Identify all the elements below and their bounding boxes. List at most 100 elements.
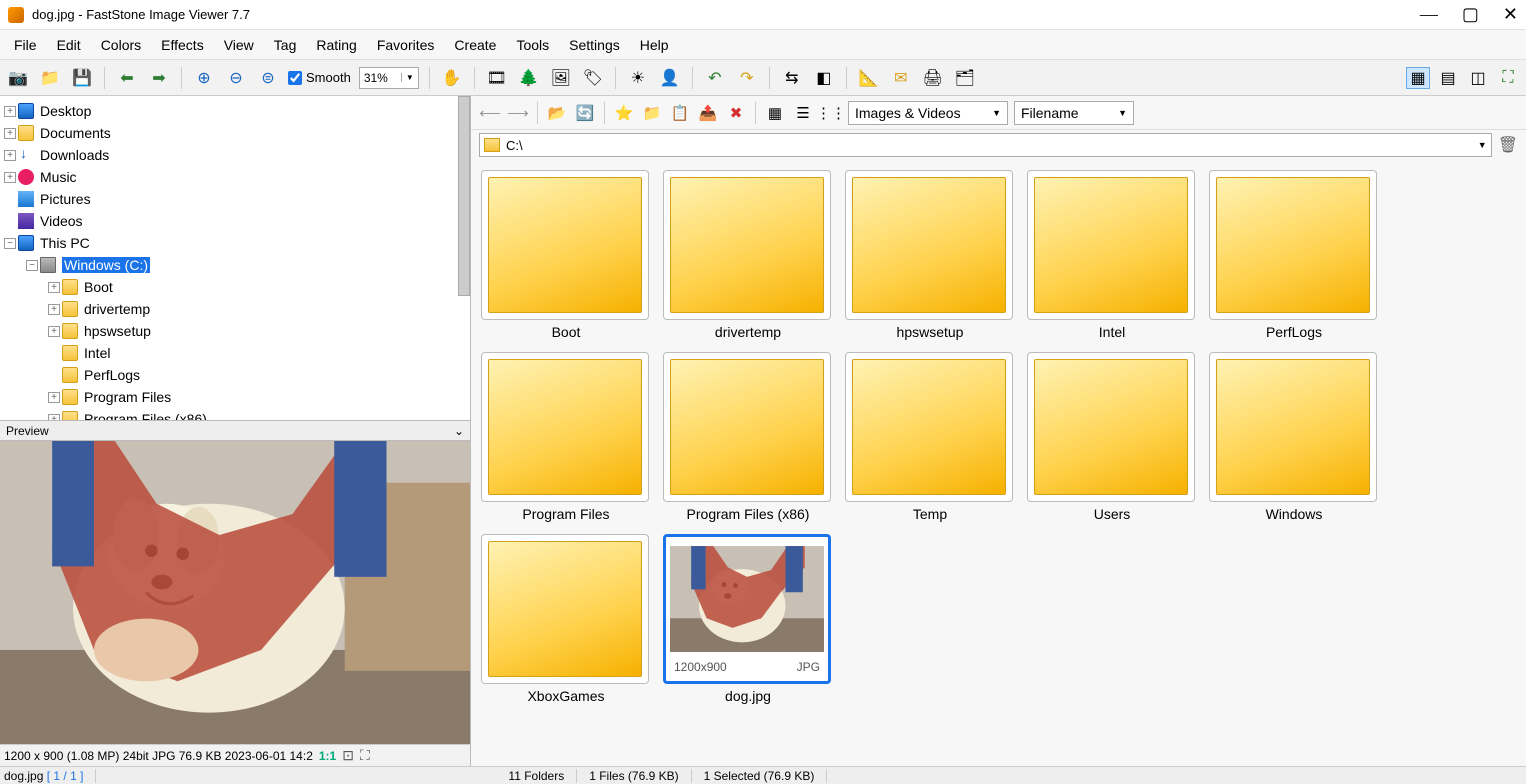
path-input[interactable]: C:\ ▼ — [479, 133, 1492, 157]
tree-expander-icon[interactable]: + — [48, 414, 60, 422]
save-icon[interactable]: 💾 — [70, 67, 94, 89]
resize-icon[interactable]: 📐 — [857, 67, 881, 89]
crop-icon[interactable]: ◧ — [812, 67, 836, 89]
menu-help[interactable]: Help — [630, 33, 679, 57]
menu-effects[interactable]: Effects — [151, 33, 214, 57]
fit-icon[interactable]: ⛶ — [360, 747, 370, 764]
menu-edit[interactable]: Edit — [47, 33, 91, 57]
fullscreen-icon[interactable]: ⛶ — [1496, 67, 1520, 89]
view-details-icon[interactable]: ▤ — [1436, 67, 1460, 89]
contact-icon[interactable]: 🗂 — [953, 67, 977, 89]
favorite-icon[interactable]: ⭐ — [613, 102, 635, 124]
tree-expander-icon[interactable]: − — [26, 260, 38, 271]
menu-favorites[interactable]: Favorites — [367, 33, 445, 57]
lock-icon[interactable]: ⊡ — [342, 747, 354, 764]
tree-item-perflogs[interactable]: PerfLogs — [0, 364, 470, 386]
thumbnail-grid[interactable]: BootdrivertemphpswsetupIntelPerfLogs Prog… — [471, 160, 1526, 766]
chevron-down-icon[interactable]: ▼ — [986, 108, 1001, 118]
tree-item-videos[interactable]: Videos — [0, 210, 470, 232]
tree-expander-icon[interactable]: + — [48, 282, 60, 293]
delete-icon[interactable]: ✖ — [725, 102, 747, 124]
thumb-drivertemp[interactable]: drivertemp — [663, 170, 833, 340]
redeye-icon[interactable]: 👤 — [658, 67, 682, 89]
view-grid-icon[interactable]: ▦ — [764, 102, 786, 124]
back-icon[interactable]: ⬅ — [115, 67, 139, 89]
slideshow-icon[interactable]: 🎞 — [485, 67, 509, 89]
tree-item-downloads[interactable]: +Downloads — [0, 144, 470, 166]
tag-icon[interactable]: 🏷 — [581, 67, 605, 89]
tree-item-windows-c-[interactable]: −Windows (C:) — [0, 254, 470, 276]
close-button[interactable]: ✕ — [1503, 4, 1518, 25]
tree-item-pictures[interactable]: Pictures — [0, 188, 470, 210]
filter-combo[interactable]: Images & Videos ▼ — [848, 101, 1008, 125]
menu-rating[interactable]: Rating — [306, 33, 366, 57]
thumb-program-files[interactable]: Program Files — [481, 352, 651, 522]
menu-colors[interactable]: Colors — [91, 33, 151, 57]
up-folder-icon[interactable]: 📂 — [546, 102, 568, 124]
tree-item-this-pc[interactable]: −This PC — [0, 232, 470, 254]
menu-tools[interactable]: Tools — [506, 33, 559, 57]
view-detail-icon[interactable]: ⋮⋮ — [820, 102, 842, 124]
print-icon[interactable]: 🖨 — [921, 67, 945, 89]
tree-expander-icon[interactable]: + — [4, 172, 16, 183]
tree-item-intel[interactable]: Intel — [0, 342, 470, 364]
trash-icon[interactable]: 🗑 — [1498, 135, 1518, 155]
tree-scrollbar[interactable] — [458, 96, 470, 296]
tree-item-music[interactable]: +Music — [0, 166, 470, 188]
thumb-xboxgames[interactable]: XboxGames — [481, 534, 651, 704]
forward-icon[interactable]: ➡ — [147, 67, 171, 89]
minimize-button[interactable]: — — [1420, 4, 1438, 25]
menu-file[interactable]: File — [4, 33, 47, 57]
tree-item-program-files-x86-[interactable]: +Program Files (x86) — [0, 408, 470, 421]
menu-tag[interactable]: Tag — [264, 33, 307, 57]
tree-expander-icon[interactable]: − — [4, 238, 16, 249]
preview-image[interactable] — [0, 441, 470, 744]
tree-expander-icon[interactable]: + — [48, 392, 60, 403]
thumb-windows[interactable]: Windows — [1209, 352, 1379, 522]
tree-item-drivertemp[interactable]: +drivertemp — [0, 298, 470, 320]
thumb-users[interactable]: Users — [1027, 352, 1197, 522]
thumb-perflogs[interactable]: PerfLogs — [1209, 170, 1379, 340]
thumb-temp[interactable]: Temp — [845, 352, 1015, 522]
redo-icon[interactable]: ↷ — [735, 67, 759, 89]
tree-expander-icon[interactable]: + — [48, 326, 60, 337]
zoom-out-icon[interactable]: ⊖ — [224, 67, 248, 89]
tree-expander-icon[interactable]: + — [4, 128, 16, 139]
email-icon[interactable]: ✉ — [889, 67, 913, 89]
menu-settings[interactable]: Settings — [559, 33, 630, 57]
smooth-check-input[interactable] — [288, 71, 302, 85]
view-list-icon[interactable]: ☰ — [792, 102, 814, 124]
sort-combo[interactable]: Filename ▼ — [1014, 101, 1134, 125]
nav-back-icon[interactable]: ⟵ — [479, 102, 501, 124]
folder-tree[interactable]: +Desktop+Documents+Downloads+MusicPictur… — [0, 96, 470, 421]
add-fav-icon[interactable]: 📁 — [641, 102, 663, 124]
nav-forward-icon[interactable]: ⟶ — [507, 102, 529, 124]
zoom-in-icon[interactable]: ⊕ — [192, 67, 216, 89]
compare-icon[interactable]: 🖼 — [549, 67, 573, 89]
chevron-down-icon[interactable]: ▼ — [401, 73, 414, 82]
view-thumbnails-icon[interactable]: ▦ — [1406, 67, 1430, 89]
undo-icon[interactable]: ↶ — [703, 67, 727, 89]
chevron-down-icon[interactable]: ▼ — [1478, 140, 1487, 150]
hand-icon[interactable]: ✋ — [440, 67, 464, 89]
tree-item-documents[interactable]: +Documents — [0, 122, 470, 144]
thumb-intel[interactable]: Intel — [1027, 170, 1197, 340]
thumb-boot[interactable]: Boot — [481, 170, 651, 340]
view-preview-icon[interactable]: ◫ — [1466, 67, 1490, 89]
menu-view[interactable]: View — [214, 33, 264, 57]
menu-create[interactable]: Create — [444, 33, 506, 57]
flip-icon[interactable]: ⇆ — [780, 67, 804, 89]
acquire-icon[interactable]: 📷 — [6, 67, 30, 89]
tree-expander-icon[interactable]: + — [4, 150, 16, 161]
tree-item-hpswsetup[interactable]: +hpswsetup — [0, 320, 470, 342]
move-to-icon[interactable]: 📤 — [697, 102, 719, 124]
tree-item-program-files[interactable]: +Program Files — [0, 386, 470, 408]
wallpaper-icon[interactable]: 🌲 — [517, 67, 541, 89]
maximize-button[interactable]: ▢ — [1462, 4, 1479, 25]
copy-to-icon[interactable]: 📋 — [669, 102, 691, 124]
thumb-hpswsetup[interactable]: hpswsetup — [845, 170, 1015, 340]
thumb-dog-jpg[interactable]: 1200x900JPGdog.jpg — [663, 534, 833, 704]
open-folder-icon[interactable]: 📁 — [38, 67, 62, 89]
refresh-folder-icon[interactable]: 🔄 — [574, 102, 596, 124]
tree-item-desktop[interactable]: +Desktop — [0, 100, 470, 122]
